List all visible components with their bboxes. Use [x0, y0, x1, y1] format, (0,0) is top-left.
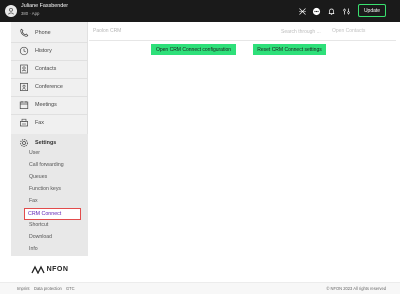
settings-sub-shortcut[interactable]: Shortcut	[29, 222, 48, 228]
call-toggle-icon[interactable]	[296, 5, 308, 17]
sidebar-item-history[interactable]: History	[11, 42, 88, 60]
divider	[89, 40, 396, 41]
fax-icon	[19, 118, 29, 128]
sidebar-item-label: Settings	[35, 140, 57, 146]
bell-icon[interactable]	[325, 5, 337, 17]
update-button[interactable]: Update	[358, 4, 386, 17]
sidebar-item-meetings[interactable]: Meetings	[11, 96, 88, 114]
sidebar-item-label: Phone	[35, 30, 51, 36]
settings-sliders-icon[interactable]	[340, 5, 352, 17]
sidebar: Phone History Contacts Conference Meetin…	[11, 22, 88, 282]
settings-sub-function-keys[interactable]: Function keys	[29, 186, 61, 192]
user-extension: 380 · App	[21, 11, 40, 16]
open-crm-config-button[interactable]: Open CRM Connect configuration	[151, 44, 236, 55]
settings-sub-download[interactable]: Download	[29, 234, 52, 240]
sidebar-item-phone[interactable]: Phone	[11, 24, 88, 42]
open-contacts-link[interactable]: Open Contacts	[332, 28, 365, 34]
main-header: Paolon CRM Open Contacts	[93, 27, 393, 38]
settings-sub-queues[interactable]: Queues	[29, 174, 47, 180]
sidebar-item-fax[interactable]: Fax	[11, 114, 88, 132]
user-name: Juliane Fassbender	[21, 3, 69, 9]
settings-sub-user[interactable]: User	[29, 150, 40, 156]
sidebar-item-settings[interactable]: Settings	[11, 134, 88, 152]
reset-crm-settings-button[interactable]: Reset CRM Connect settings	[253, 44, 326, 55]
user-avatar[interactable]	[5, 5, 17, 17]
contacts-icon	[19, 64, 29, 74]
copyright: © NFON 2023 All rights reserved	[326, 286, 386, 291]
settings-sub-call-forwarding[interactable]: Call forwarding	[29, 162, 64, 168]
status-icon[interactable]	[310, 5, 322, 17]
sidebar-item-label: Conference	[35, 84, 63, 90]
page-title: Paolon CRM	[93, 28, 122, 34]
sidebar-item-label: Fax	[35, 120, 44, 126]
history-icon	[19, 46, 29, 56]
settings-sub-label: CRM Connect	[28, 211, 62, 217]
conference-icon	[19, 82, 29, 92]
nfon-logo-mark-icon	[30, 265, 45, 274]
imprint-link[interactable]: Imprint	[17, 286, 30, 291]
meetings-icon	[19, 100, 29, 110]
settings-sub-crm-connect[interactable]: CRM Connect	[24, 208, 81, 220]
sidebar-item-label: Meetings	[35, 102, 57, 108]
user-icon	[8, 7, 14, 15]
gtc-link[interactable]: GTC	[66, 286, 75, 291]
data-protection-link[interactable]: Data protection	[34, 286, 62, 291]
sidebar-item-label: History	[35, 48, 52, 54]
logo-text: NFON	[46, 265, 69, 273]
gear-icon	[19, 138, 29, 148]
top-bar: Juliane Fassbender 380 · App Update	[0, 0, 400, 22]
footer: Imprint Data protection GTC © NFON 2023 …	[0, 282, 400, 294]
sidebar-item-contacts[interactable]: Contacts	[11, 60, 88, 78]
search-input[interactable]	[281, 27, 329, 36]
nfon-logo: NFON	[11, 256, 88, 282]
phone-icon	[19, 28, 29, 38]
settings-sub-fax[interactable]: Fax	[29, 198, 38, 204]
sidebar-item-label: Contacts	[35, 66, 57, 72]
sidebar-item-conference[interactable]: Conference	[11, 78, 88, 96]
settings-sub-info[interactable]: Info	[29, 246, 38, 252]
